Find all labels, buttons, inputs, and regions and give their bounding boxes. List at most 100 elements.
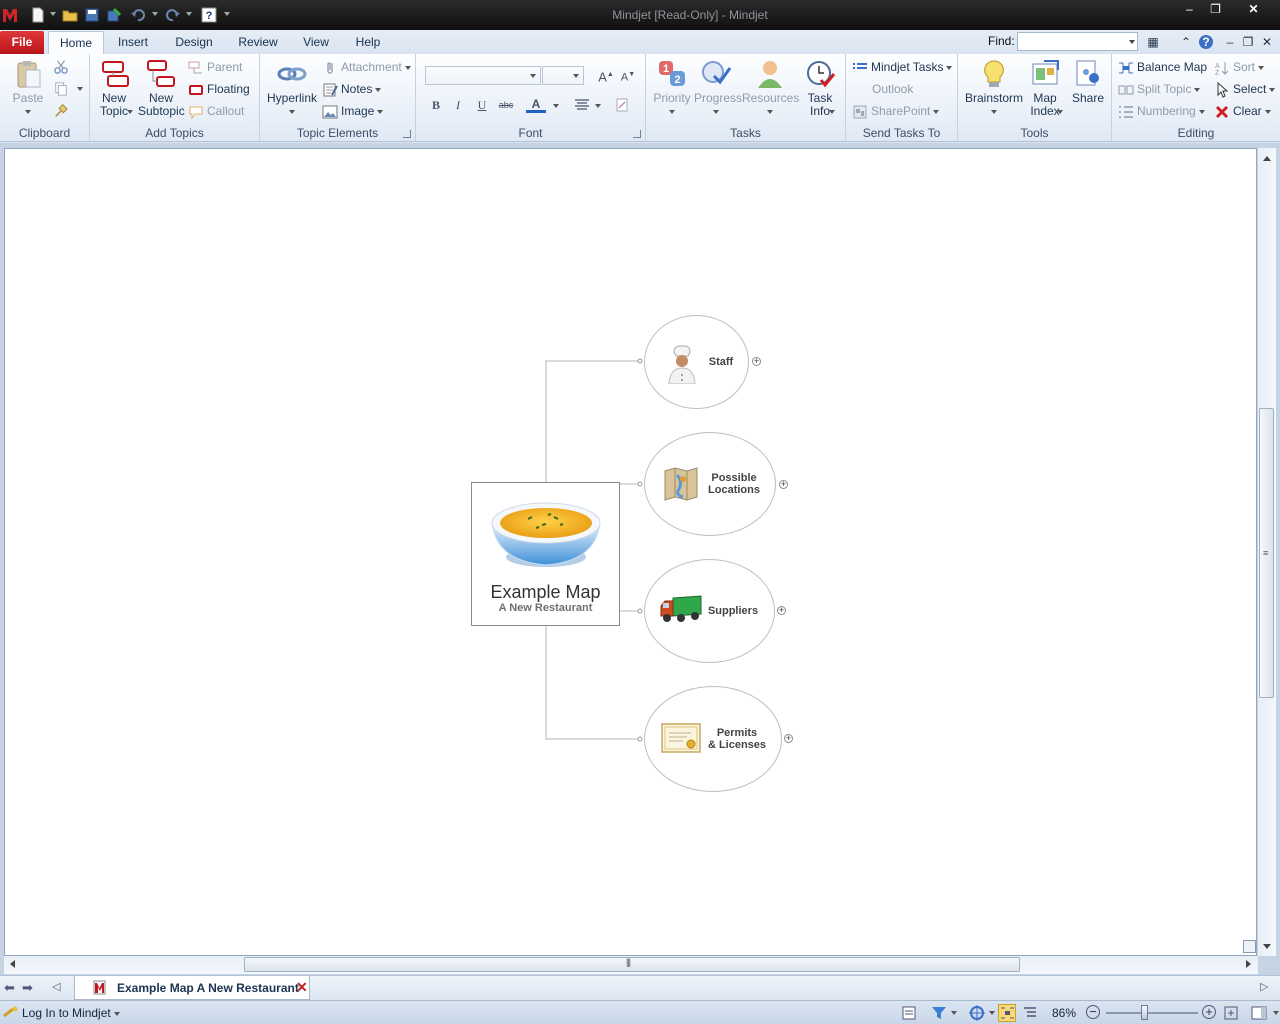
zoom-slider[interactable]: [1106, 1012, 1198, 1014]
redo-dropdown-icon[interactable]: [186, 12, 192, 16]
tab-scroll-left-icon[interactable]: ◁: [52, 980, 60, 993]
save-icon[interactable]: [84, 7, 100, 23]
scroll-right-icon[interactable]: [1246, 960, 1251, 968]
copy-icon[interactable]: [54, 82, 68, 96]
priority-button[interactable]: 12 Priority: [652, 58, 692, 118]
document-tab[interactable]: Example Map A New Restaurant ✕: [74, 976, 310, 1000]
underline-button[interactable]: U: [472, 96, 492, 114]
panel-toggle-icon[interactable]: [1250, 1004, 1268, 1022]
horizontal-scroll-thumb[interactable]: [244, 957, 1020, 972]
outlook-button[interactable]: Outlook: [872, 80, 913, 98]
map-view-icon[interactable]: [998, 1004, 1016, 1022]
mindjet-tasks-button[interactable]: Mindjet Tasks: [852, 58, 953, 76]
tab-scroll-right-icon[interactable]: ▷: [1260, 980, 1268, 993]
previous-document-icon[interactable]: ⬅: [4, 980, 15, 996]
expand-locations-icon[interactable]: +: [779, 480, 788, 489]
notes-button[interactable]: Notes: [322, 80, 382, 98]
parent-button[interactable]: Parent: [188, 58, 242, 76]
outline-view-icon[interactable]: [1021, 1004, 1039, 1022]
subtopic-staff[interactable]: Staff: [644, 315, 749, 409]
filter-dropdown-icon[interactable]: [951, 1011, 957, 1015]
cut-icon[interactable]: [54, 60, 68, 74]
image-button[interactable]: Image: [322, 102, 384, 120]
progress-button[interactable]: Progress: [694, 58, 742, 118]
page-view-icon[interactable]: [900, 1004, 918, 1022]
zoom-in-icon[interactable]: +: [1202, 1005, 1216, 1019]
expand-staff-icon[interactable]: +: [752, 357, 761, 366]
numbering-button[interactable]: Numbering: [1118, 102, 1205, 120]
resources-button[interactable]: Resources: [742, 58, 799, 118]
restore-button[interactable]: ❐: [1202, 0, 1229, 18]
focus-topic-icon[interactable]: [968, 1004, 986, 1022]
help-icon[interactable]: ?: [201, 7, 217, 23]
doc-close-icon[interactable]: ✕: [1259, 34, 1275, 50]
close-window-button[interactable]: ✕: [1240, 0, 1267, 18]
font-color-button[interactable]: A: [526, 96, 546, 113]
fit-map-icon[interactable]: [1243, 940, 1256, 953]
close-document-icon[interactable]: ✕: [296, 979, 308, 996]
callout-button[interactable]: Callout: [188, 102, 244, 120]
align-icon[interactable]: [574, 98, 590, 112]
open-folder-icon[interactable]: [62, 7, 78, 23]
tab-review[interactable]: Review: [232, 31, 284, 54]
redo-icon[interactable]: [165, 7, 181, 23]
map-canvas[interactable]: [4, 148, 1257, 956]
tab-help[interactable]: Help: [348, 31, 388, 54]
align-dropdown-icon[interactable]: [595, 104, 601, 108]
format-painter-icon[interactable]: [54, 104, 68, 118]
subtopic-permits-licenses[interactable]: Permits & Licenses: [644, 686, 782, 792]
doc-restore-icon[interactable]: ❐: [1240, 34, 1256, 50]
expand-permits-icon[interactable]: +: [784, 734, 793, 743]
font-size-select[interactable]: [542, 66, 584, 85]
minimize-ribbon-icon[interactable]: ⌃: [1178, 34, 1194, 50]
save-all-icon[interactable]: [106, 7, 122, 23]
scroll-up-icon[interactable]: [1263, 156, 1271, 161]
attachment-button[interactable]: Attachment: [322, 58, 411, 76]
new-file-dropdown-icon[interactable]: [50, 12, 56, 16]
tab-design[interactable]: Design: [168, 31, 220, 54]
copy-dropdown-icon[interactable]: [77, 87, 83, 91]
zoom-out-icon[interactable]: −: [1086, 1005, 1100, 1019]
shrink-font-icon[interactable]: A▼: [618, 66, 638, 84]
undo-dropdown-icon[interactable]: [152, 12, 158, 16]
sort-button[interactable]: A Z Sort: [1214, 58, 1265, 76]
strikethrough-button[interactable]: abc: [496, 96, 516, 114]
paste-button[interactable]: Paste: [8, 58, 48, 118]
scroll-down-icon[interactable]: [1263, 944, 1271, 949]
task-info-button[interactable]: Task Info: [800, 58, 840, 118]
expand-suppliers-icon[interactable]: +: [777, 606, 786, 615]
undo-icon[interactable]: [130, 7, 146, 23]
tab-insert[interactable]: Insert: [110, 31, 156, 54]
bold-button[interactable]: B: [426, 96, 446, 114]
subtopic-possible-locations[interactable]: Possible Locations: [644, 432, 776, 536]
minimize-button[interactable]: –: [1176, 0, 1203, 18]
customize-toolbar-icon[interactable]: [224, 12, 230, 16]
share-button[interactable]: Share: [1068, 58, 1108, 105]
italic-button[interactable]: I: [448, 96, 468, 114]
font-family-select[interactable]: [425, 66, 541, 85]
tab-home[interactable]: Home: [48, 31, 104, 54]
new-topic-button[interactable]: New Topic: [94, 58, 136, 118]
find-dropdown-icon[interactable]: [1129, 40, 1135, 44]
map-index-button[interactable]: Map Index: [1026, 58, 1066, 118]
subtopic-suppliers[interactable]: Suppliers: [644, 559, 775, 663]
split-topic-button[interactable]: Split Topic: [1118, 80, 1201, 98]
tab-view[interactable]: View: [296, 31, 336, 54]
find-options-icon[interactable]: ▦: [1145, 34, 1161, 50]
help-circle-icon[interactable]: ?: [1199, 35, 1213, 49]
floating-button[interactable]: Floating: [188, 80, 250, 98]
clear-format-icon[interactable]: [614, 97, 630, 113]
balance-map-button[interactable]: Balance Map: [1118, 58, 1207, 76]
filter-icon[interactable]: [930, 1004, 948, 1022]
fit-to-window-icon[interactable]: [1222, 1004, 1240, 1022]
zoom-slider-thumb[interactable]: [1141, 1005, 1148, 1020]
font-color-dropdown-icon[interactable]: [553, 104, 559, 108]
next-document-icon[interactable]: ➡: [22, 980, 33, 996]
grow-font-icon[interactable]: A▲: [596, 66, 616, 84]
new-file-icon[interactable]: [30, 7, 46, 23]
clear-button[interactable]: Clear: [1214, 102, 1271, 120]
central-topic[interactable]: Example Map A New Restaurant: [471, 482, 620, 626]
scroll-left-icon[interactable]: [10, 960, 15, 968]
new-subtopic-button[interactable]: New Subtopic: [138, 58, 185, 118]
find-input[interactable]: [1017, 32, 1138, 51]
